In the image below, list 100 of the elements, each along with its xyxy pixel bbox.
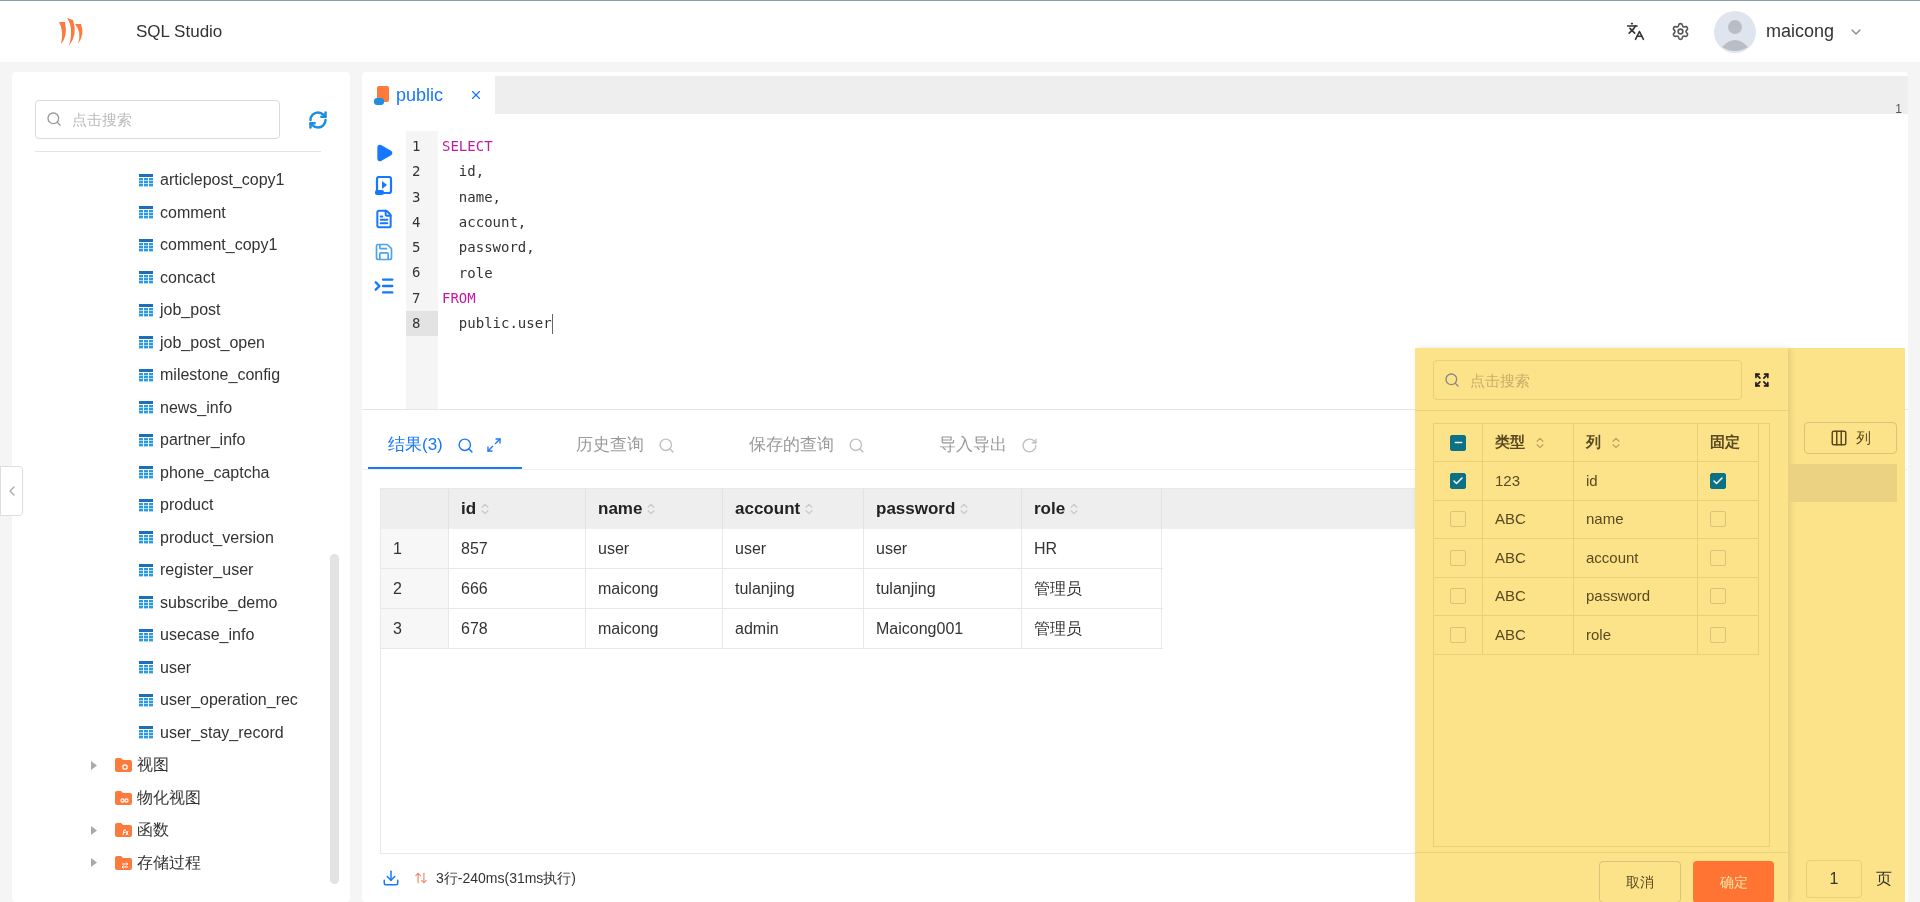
table-icon: [139, 531, 153, 545]
table-icon: [139, 303, 153, 317]
avatar[interactable]: [1713, 10, 1756, 53]
scrollbar-thumb[interactable]: [330, 554, 339, 884]
code-line: password,: [457, 238, 535, 258]
table-icon: [139, 238, 153, 252]
table-cell: id: [1574, 462, 1698, 500]
run-icon[interactable]: [374, 143, 394, 163]
collapse-handle[interactable]: [0, 466, 23, 516]
sync-icon[interactable]: [308, 109, 328, 130]
checkbox[interactable]: [1450, 472, 1466, 489]
expand-caret-icon[interactable]: [91, 825, 97, 835]
user-name[interactable]: maicong: [1765, 18, 1834, 45]
search-icon: [1444, 372, 1460, 388]
search-icon: [657, 436, 675, 454]
table-icon: [139, 693, 153, 707]
table-cell: 管理员: [1022, 569, 1162, 608]
folder-icon: [115, 823, 132, 838]
search-icon: [46, 111, 62, 127]
document-icon[interactable]: [374, 209, 394, 229]
editor-tab[interactable]: public: [362, 76, 495, 114]
folder-icon: [115, 758, 132, 773]
table-icon: [139, 433, 153, 447]
tree-item[interactable]: comment_copy1: [160, 233, 278, 258]
checkbox[interactable]: [1710, 626, 1726, 643]
checkbox[interactable]: [1710, 549, 1726, 566]
expand-caret-icon[interactable]: [91, 760, 97, 770]
check-icon: [1452, 474, 1464, 487]
code-line: name,: [457, 187, 501, 207]
download-icon[interactable]: [382, 869, 400, 887]
table-icon: [139, 596, 153, 610]
checkbox[interactable]: [1450, 626, 1466, 643]
close-icon[interactable]: [469, 88, 483, 102]
column-header[interactable]: password: [864, 489, 1022, 529]
tree-item[interactable]: usecase_info: [160, 623, 255, 648]
tree-item[interactable]: milestone_config: [160, 363, 281, 388]
folder-icon: [115, 855, 132, 870]
settings-icon[interactable]: [1670, 22, 1690, 41]
result-tab[interactable]: 结果(3): [368, 423, 522, 469]
tree-item[interactable]: product_version: [160, 525, 274, 550]
tree-item[interactable]: user_stay_record: [160, 720, 284, 745]
column-header[interactable]: 列: [1586, 431, 1601, 454]
column-header[interactable]: role: [1022, 489, 1162, 529]
column-header[interactable]: account: [723, 489, 864, 529]
checkbox[interactable]: [1450, 511, 1466, 528]
save-icon[interactable]: [374, 242, 394, 262]
tree-item[interactable]: news_info: [160, 395, 233, 420]
table-icon: [139, 368, 153, 382]
tree-item[interactable]: comment: [160, 200, 226, 225]
tree-item[interactable]: articlepost_copy1: [160, 168, 285, 193]
code-line: SELECT: [442, 137, 493, 157]
table-icon: [139, 173, 153, 187]
tree-item[interactable]: product: [160, 493, 214, 518]
tree-item[interactable]: concact: [160, 265, 216, 290]
table-icon: [139, 498, 153, 512]
table-icon: [139, 206, 153, 220]
table-cell: ABC: [1483, 616, 1574, 654]
column-header[interactable]: 类型: [1495, 431, 1525, 454]
tree-item[interactable]: 存储过程: [137, 850, 201, 875]
checkbox[interactable]: [1710, 511, 1726, 528]
search-icon[interactable]: [456, 436, 474, 454]
translate-icon[interactable]: [1625, 22, 1645, 41]
fullscreen-icon[interactable]: [1754, 372, 1770, 388]
table-cell: 123: [1483, 462, 1574, 500]
table-cell: Maicong001: [864, 609, 1022, 648]
tree-item[interactable]: job_post: [160, 298, 221, 323]
tree-item[interactable]: user: [160, 655, 192, 680]
row-number: 2: [381, 569, 449, 608]
tree-item[interactable]: job_post_open: [160, 330, 265, 355]
tree-item[interactable]: phone_captcha: [160, 460, 270, 485]
tree-item[interactable]: 物化视图: [137, 785, 201, 810]
tree-item[interactable]: subscribe_demo: [160, 590, 278, 615]
column-header[interactable]: name: [586, 489, 723, 529]
table-icon: [139, 466, 153, 480]
checkbox[interactable]: [1710, 588, 1726, 605]
checkbox[interactable]: [1710, 472, 1726, 489]
tree-item[interactable]: partner_info: [160, 428, 246, 453]
sort-icon[interactable]: [414, 871, 428, 885]
checkbox[interactable]: [1450, 434, 1466, 451]
tree-item[interactable]: register_user: [160, 558, 254, 583]
page-field[interactable]: 1: [1806, 860, 1862, 898]
row-number: 1: [381, 529, 449, 568]
tree-item[interactable]: user_operation_rec: [160, 688, 298, 713]
column-header[interactable]: id: [449, 489, 586, 529]
format-icon[interactable]: [373, 275, 395, 297]
expand-caret-icon[interactable]: [91, 858, 97, 868]
columns-button[interactable]: 列: [1804, 422, 1897, 454]
table-cell: tulanjing: [723, 569, 864, 608]
table-cell: maicong: [586, 609, 723, 648]
tree-item[interactable]: 视图: [137, 753, 169, 778]
run-script-icon[interactable]: [375, 176, 393, 196]
tree-item[interactable]: 函数: [137, 818, 169, 843]
expand-icon[interactable]: [485, 437, 502, 453]
checkbox[interactable]: [1450, 549, 1466, 566]
status-text: 3行-240ms(31ms执行): [436, 868, 577, 888]
checkbox[interactable]: [1450, 588, 1466, 605]
cancel-button[interactable]: 取消: [1599, 861, 1681, 902]
table-icon: [139, 628, 153, 642]
search-field[interactable]: 点击搜索: [35, 100, 280, 139]
column-header[interactable]: 固定: [1710, 431, 1740, 454]
